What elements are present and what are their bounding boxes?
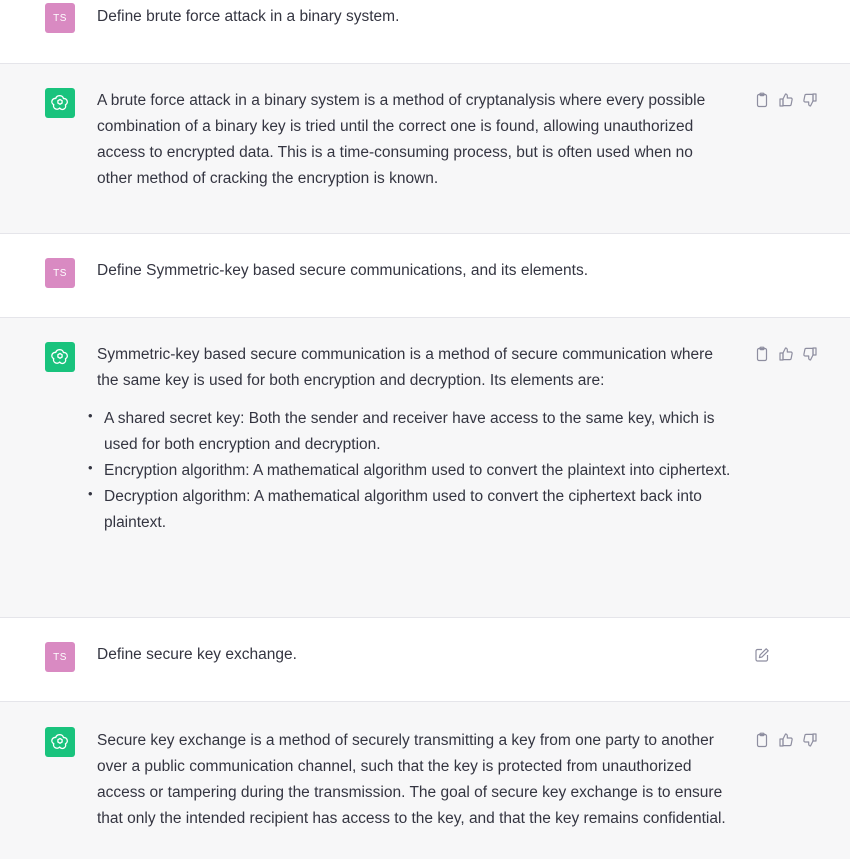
edit-icon[interactable] [754, 647, 770, 663]
user-avatar: TS [45, 642, 75, 672]
list-item: Encryption algorithm: A mathematical alg… [88, 455, 737, 484]
thumbs-down-icon[interactable] [802, 346, 818, 362]
copy-icon[interactable] [754, 346, 770, 362]
avatar-initials: TS [53, 12, 67, 24]
thumbs-up-icon[interactable] [778, 732, 794, 748]
message-text: Symmetric-key based secure communication… [88, 342, 737, 536]
assistant-avatar [45, 727, 75, 757]
list-item: A shared secret key: Both the sender and… [88, 403, 737, 458]
message-paragraph: Secure key exchange is a method of secur… [97, 732, 726, 827]
message-actions [754, 346, 818, 362]
chat-thread: TS Define brute force attack in a binary… [0, 0, 850, 859]
thumbs-up-icon[interactable] [778, 346, 794, 362]
copy-icon[interactable] [754, 92, 770, 108]
thumbs-down-icon[interactable] [802, 732, 818, 748]
user-avatar: TS [45, 258, 75, 288]
copy-icon[interactable] [754, 732, 770, 748]
user-avatar: TS [45, 3, 75, 33]
message-paragraph: Define Symmetric-key based secure commun… [97, 262, 589, 279]
assistant-message: A brute force attack in a binary system … [0, 64, 850, 234]
message-actions [754, 732, 818, 748]
user-message: TS Define Symmetric-key based secure com… [0, 234, 850, 318]
assistant-avatar [45, 342, 75, 372]
openai-logo-icon [51, 734, 68, 750]
avatar-initials: TS [53, 267, 67, 279]
assistant-avatar [45, 88, 75, 118]
message-text: Define secure key exchange. [97, 642, 737, 668]
assistant-message: Secure key exchange is a method of secur… [0, 702, 850, 859]
thumbs-down-icon[interactable] [802, 92, 818, 108]
message-text: A brute force attack in a binary system … [97, 88, 727, 192]
user-message: TS Define secure key exchange. [0, 618, 850, 702]
message-paragraph: A brute force attack in a binary system … [97, 92, 706, 187]
message-text: Define Symmetric-key based secure commun… [97, 258, 737, 284]
avatar-initials: TS [53, 651, 67, 663]
openai-logo-icon [51, 349, 68, 365]
list-item: Decryption algorithm: A mathematical alg… [88, 481, 737, 536]
message-paragraph: Symmetric-key based secure communication… [97, 346, 713, 389]
user-message: TS Define brute force attack in a binary… [0, 0, 850, 64]
message-actions [754, 92, 818, 108]
message-text: Define brute force attack in a binary sy… [97, 4, 737, 30]
message-text: Secure key exchange is a method of secur… [97, 728, 742, 832]
thumbs-up-icon[interactable] [778, 92, 794, 108]
message-paragraph: Define brute force attack in a binary sy… [97, 8, 400, 25]
message-paragraph: Define secure key exchange. [97, 646, 297, 663]
assistant-message: Symmetric-key based secure communication… [0, 318, 850, 618]
openai-logo-icon [51, 95, 68, 111]
bullet-list: A shared secret key: Both the sender and… [88, 403, 737, 536]
